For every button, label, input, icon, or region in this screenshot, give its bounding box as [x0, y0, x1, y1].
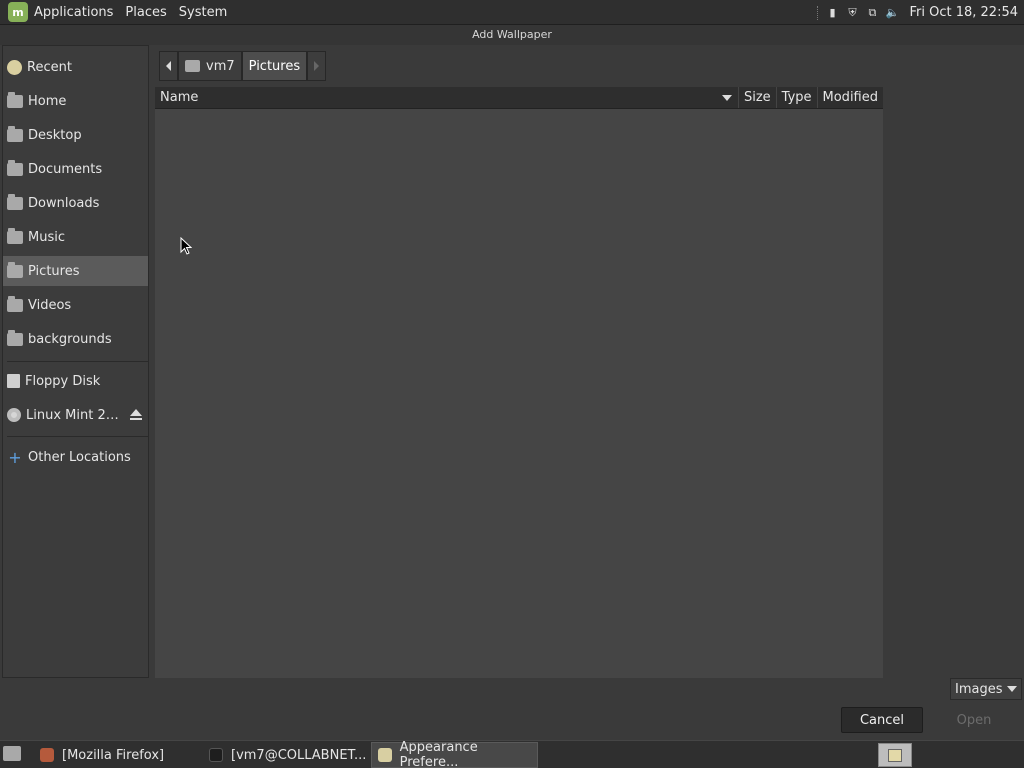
home-folder-icon: [7, 91, 23, 108]
preview-area: [883, 87, 1024, 678]
sidebar-item-pictures[interactable]: Pictures: [3, 256, 148, 286]
clock[interactable]: Fri Oct 18, 22:54: [909, 5, 1018, 20]
shield-icon[interactable]: ⛨: [845, 6, 859, 20]
path-back-button[interactable]: [159, 51, 178, 81]
top-panel: m Applications Places System ▮ ⛨ ⧉ 🔈 Fri…: [0, 0, 1024, 25]
column-header-size[interactable]: Size: [739, 87, 777, 108]
sidebar-item-downloads[interactable]: Downloads: [3, 188, 148, 218]
taskbar-item-terminal[interactable]: [vm7@COLLABNET...: [203, 742, 369, 768]
folder-icon: [7, 329, 23, 346]
sidebar-item-label: Documents: [28, 161, 103, 177]
path-segment-label: vm7: [206, 58, 235, 74]
pictures-folder-icon: [7, 261, 23, 278]
downloads-folder-icon: [7, 193, 23, 210]
home-icon: [185, 60, 200, 72]
network-icon[interactable]: ⧉: [865, 6, 879, 20]
sidebar-item-label: Videos: [28, 297, 72, 313]
sidebar-item-label: Home: [28, 93, 67, 109]
plus-icon: +: [8, 447, 22, 467]
sidebar-item-videos[interactable]: Videos: [3, 290, 148, 320]
taskbar-item-appearance[interactable]: Appearance Prefere...: [371, 740, 538, 768]
taskbar-item-firefox[interactable]: [Mozilla Firefox]: [34, 742, 202, 768]
column-header-name[interactable]: Name: [155, 87, 739, 108]
applications-menu[interactable]: Applications: [34, 5, 113, 20]
sidebar-item-label: Linux Mint 2…: [26, 407, 119, 423]
sidebar-separator: [7, 436, 148, 437]
show-desktop-icon[interactable]: [3, 746, 21, 761]
sidebar-separator: [7, 361, 148, 362]
file-type-filter[interactable]: Images: [950, 678, 1022, 700]
sidebar-item-desktop[interactable]: Desktop: [3, 120, 148, 150]
dialog-title: Add Wallpaper: [0, 25, 1024, 45]
mint-menu-icon[interactable]: m: [8, 2, 28, 22]
sidebar-item-label: Recent: [27, 59, 72, 75]
sidebar-item-music[interactable]: Music: [3, 222, 148, 252]
disc-icon: [7, 408, 21, 422]
eject-icon[interactable]: [130, 409, 142, 420]
sort-descending-icon: [721, 94, 732, 101]
sidebar-item-documents[interactable]: Documents: [3, 154, 148, 184]
chevron-right-icon: [314, 61, 320, 71]
column-header-modified[interactable]: Modified: [818, 87, 883, 108]
firefox-icon: [40, 748, 54, 762]
workspace-window-thumbnail: [888, 749, 902, 762]
file-list[interactable]: Name Size Type Modified: [155, 87, 883, 678]
sidebar-item-home[interactable]: Home: [3, 86, 148, 116]
places-sidebar: Recent Home Desktop Documents Downloads …: [2, 45, 149, 678]
documents-folder-icon: [7, 159, 23, 176]
system-menu[interactable]: System: [179, 5, 227, 20]
path-segment-pictures[interactable]: Pictures: [241, 51, 308, 81]
floppy-icon: [7, 374, 20, 388]
filter-label: Images: [955, 681, 1003, 697]
sidebar-item-recent[interactable]: Recent: [3, 52, 148, 82]
desktop-folder-icon: [7, 125, 23, 142]
sidebar-item-label: Other Locations: [28, 449, 131, 465]
cancel-button[interactable]: Cancel: [841, 707, 923, 733]
task-label: Appearance Prefere...: [399, 740, 478, 768]
sidebar-item-other-locations[interactable]: + Other Locations: [3, 442, 148, 472]
videos-folder-icon: [7, 295, 23, 312]
sidebar-item-label: Downloads: [28, 195, 100, 211]
workspace-switcher[interactable]: [878, 743, 912, 767]
file-list-header: Name Size Type Modified: [155, 87, 883, 109]
tray-separator: [817, 5, 819, 20]
chevron-down-icon: [1007, 686, 1017, 692]
open-button[interactable]: Open: [933, 707, 1015, 733]
system-tray: ▮ ⛨ ⧉ 🔈 Fri Oct 18, 22:54: [817, 0, 1018, 25]
appearance-icon: [378, 748, 392, 762]
sidebar-item-label: Desktop: [28, 127, 82, 143]
task-label: [Mozilla Firefox]: [62, 747, 165, 763]
path-segment-label: Pictures: [248, 58, 301, 74]
column-header-type[interactable]: Type: [777, 87, 818, 108]
music-folder-icon: [7, 227, 23, 244]
column-label: Name: [160, 90, 199, 105]
sidebar-item-label: Pictures: [28, 263, 80, 279]
battery-icon[interactable]: ▮: [825, 6, 839, 20]
terminal-icon: [209, 748, 223, 762]
sidebar-item-label: Floppy Disk: [25, 373, 101, 389]
sidebar-item-floppy[interactable]: Floppy Disk: [3, 366, 148, 396]
volume-icon[interactable]: 🔈: [885, 6, 900, 20]
path-forward-button[interactable]: [307, 51, 327, 81]
sidebar-item-label: Music: [28, 229, 65, 245]
sidebar-item-label: backgrounds: [28, 331, 112, 347]
chevron-left-icon: [166, 61, 171, 71]
sidebar-item-linux-mint-disc[interactable]: Linux Mint 2…: [3, 400, 148, 430]
path-bar: vm7 Pictures: [159, 51, 327, 81]
path-segment-vm7[interactable]: vm7: [178, 51, 242, 81]
task-label: [vm7@COLLABNET...: [231, 747, 367, 763]
sidebar-item-backgrounds[interactable]: backgrounds: [3, 324, 148, 354]
taskbar: [Mozilla Firefox] [vm7@COLLABNET... Appe…: [0, 740, 1024, 768]
places-menu[interactable]: Places: [125, 5, 166, 20]
recent-icon: [7, 59, 22, 75]
